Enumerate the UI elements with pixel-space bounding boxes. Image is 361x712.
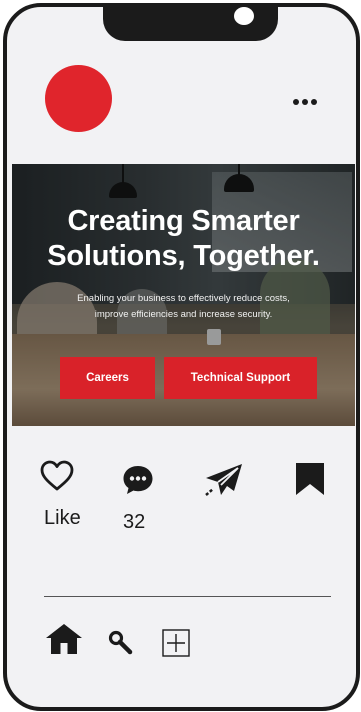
camera-icon: [234, 7, 254, 25]
comment-icon[interactable]: [121, 463, 155, 502]
avatar[interactable]: [45, 65, 112, 132]
more-options-button[interactable]: [293, 99, 317, 105]
bookmark-icon[interactable]: [294, 462, 326, 501]
hero-subtext: Enabling your business to effectively re…: [77, 293, 290, 320]
heart-icon[interactable]: [39, 460, 75, 497]
search-icon[interactable]: [108, 630, 134, 661]
home-icon[interactable]: [45, 623, 83, 660]
post-image[interactable]: Creating Smarter Solutions, Together. En…: [12, 164, 355, 426]
technical-support-button[interactable]: Technical Support: [164, 357, 317, 399]
careers-button[interactable]: Careers: [60, 357, 155, 399]
send-icon[interactable]: [204, 462, 244, 503]
like-label[interactable]: Like: [44, 507, 81, 530]
add-icon[interactable]: [162, 629, 190, 662]
phone-frame: Creating Smarter Solutions, Together. En…: [3, 3, 360, 711]
more-horizontal-icon: [293, 99, 299, 105]
hero-headline: Creating Smarter Solutions, Together.: [47, 205, 320, 272]
comment-count: 32: [123, 511, 146, 533]
divider: [44, 596, 331, 597]
phone-notch: [103, 7, 278, 41]
